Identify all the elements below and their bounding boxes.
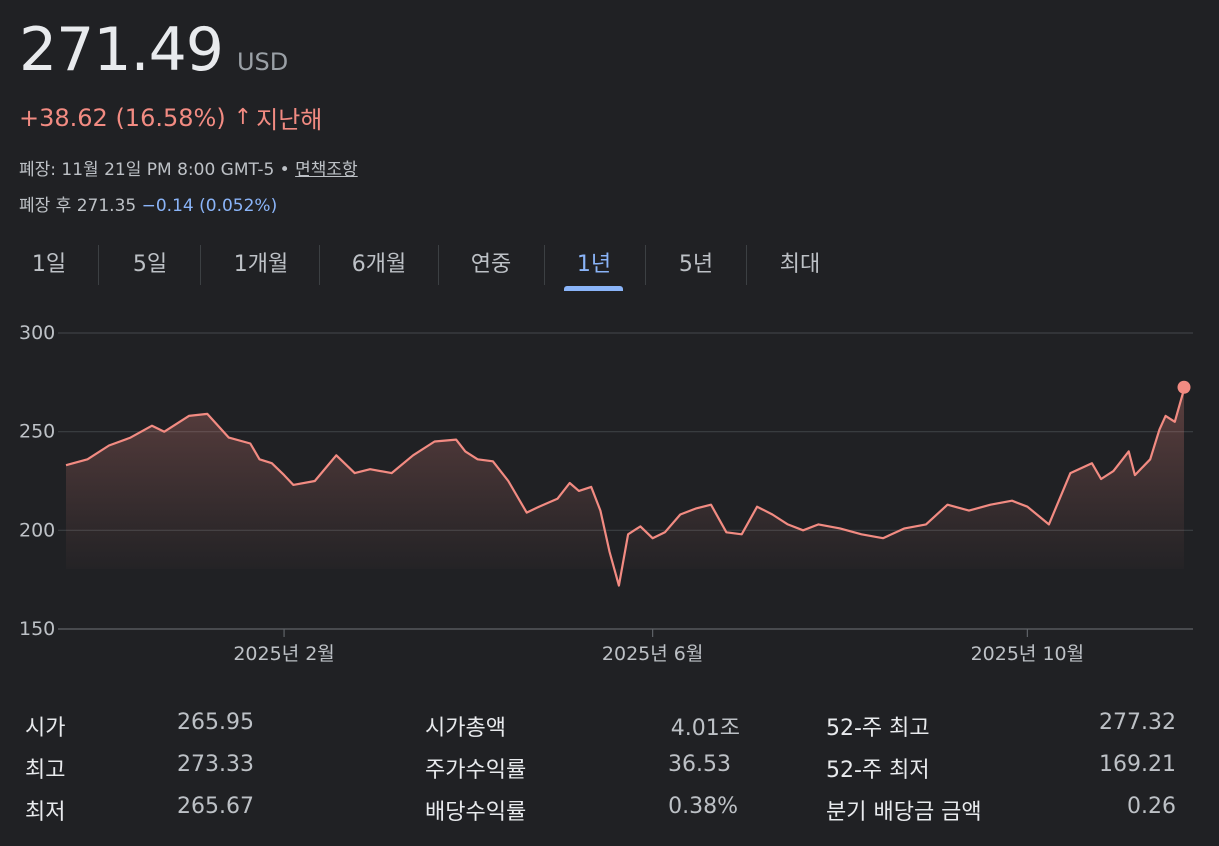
- current-price: 271.49: [19, 15, 224, 85]
- stat-value: 0.38%: [668, 794, 738, 819]
- stat-label: 최고: [25, 758, 66, 783]
- after-hours-info: 폐장 후 271.35 −0.14 (0.052%): [19, 191, 277, 216]
- change-period: 지난해: [256, 106, 323, 134]
- tab-ytd[interactable]: 연중: [454, 244, 528, 286]
- stat-value: 265.67: [177, 794, 254, 819]
- disclaimer-link[interactable]: 면책조항: [295, 160, 358, 180]
- price-chart[interactable]: 300 250 200 150 2025년 2월 2025년 6월 2025년 10월: [0, 310, 1219, 680]
- tab-divider: [645, 245, 646, 285]
- tab-divider: [319, 245, 320, 285]
- y-axis-labels: 300 250 200 150: [19, 322, 55, 640]
- stat-label: 분기 배당금 금액: [826, 800, 982, 825]
- stat-value: 277.32: [1099, 710, 1176, 735]
- close-info: 폐장: 11월 21일 PM 8:00 GMT-5 • 면책조항: [19, 155, 358, 180]
- tab-1m[interactable]: 1개월: [217, 244, 305, 286]
- close-time: 폐장: 11월 21일 PM 8:00 GMT-5 •: [19, 160, 290, 180]
- stat-value: 169.21: [1099, 752, 1176, 777]
- tab-1d[interactable]: 1일: [19, 244, 79, 286]
- stat-value: 273.33: [177, 752, 254, 777]
- tab-divider: [200, 245, 201, 285]
- stat-label: 시가총액: [425, 716, 506, 741]
- y-tick-label: 300: [19, 322, 55, 344]
- stat-label: 배당수익률: [425, 800, 527, 825]
- y-tick-label: 150: [19, 618, 55, 640]
- tab-5d[interactable]: 5일: [119, 244, 181, 286]
- tab-5y[interactable]: 5년: [663, 244, 729, 286]
- y-tick-label: 200: [19, 519, 55, 541]
- tab-max[interactable]: 최대: [764, 244, 836, 286]
- stat-label: 시가: [25, 716, 66, 741]
- x-tick-label: 2025년 10월: [971, 643, 1085, 665]
- stat-label: 최저: [25, 800, 66, 825]
- stat-label: 주가수익률: [425, 758, 527, 783]
- stat-value: 0.26: [1127, 794, 1176, 819]
- change-value: +38.62 (16.58%): [19, 103, 226, 132]
- last-price-dot: [1177, 380, 1191, 394]
- y-tick-label: 250: [19, 421, 55, 443]
- tab-6m[interactable]: 6개월: [335, 244, 423, 286]
- after-hours-price: 폐장 후 271.35: [19, 196, 137, 216]
- stat-value: 265.95: [177, 710, 254, 735]
- stat-label: 52-주 최고: [826, 716, 930, 741]
- x-axis: 2025년 2월 2025년 6월 2025년 10월: [233, 629, 1084, 665]
- active-tab-indicator: [564, 286, 623, 291]
- stat-label: 52-주 최저: [826, 758, 930, 783]
- arrow-up-icon: ↑: [233, 105, 253, 130]
- tab-divider: [438, 245, 439, 285]
- stat-value: 4.01조: [670, 716, 740, 741]
- price-row: 271.49 USD: [19, 14, 288, 86]
- currency-label: USD: [236, 48, 289, 76]
- tab-divider: [544, 245, 545, 285]
- after-hours-change: −0.14 (0.052%): [141, 196, 278, 216]
- tab-1y[interactable]: 1년: [560, 244, 628, 286]
- price-change: +38.62 (16.58%) ↑ 지난해: [19, 100, 322, 135]
- x-tick-label: 2025년 2월: [233, 643, 334, 665]
- tab-divider: [98, 245, 99, 285]
- stat-value: 36.53: [668, 752, 731, 777]
- x-tick-label: 2025년 6월: [602, 643, 703, 665]
- tab-divider: [746, 245, 747, 285]
